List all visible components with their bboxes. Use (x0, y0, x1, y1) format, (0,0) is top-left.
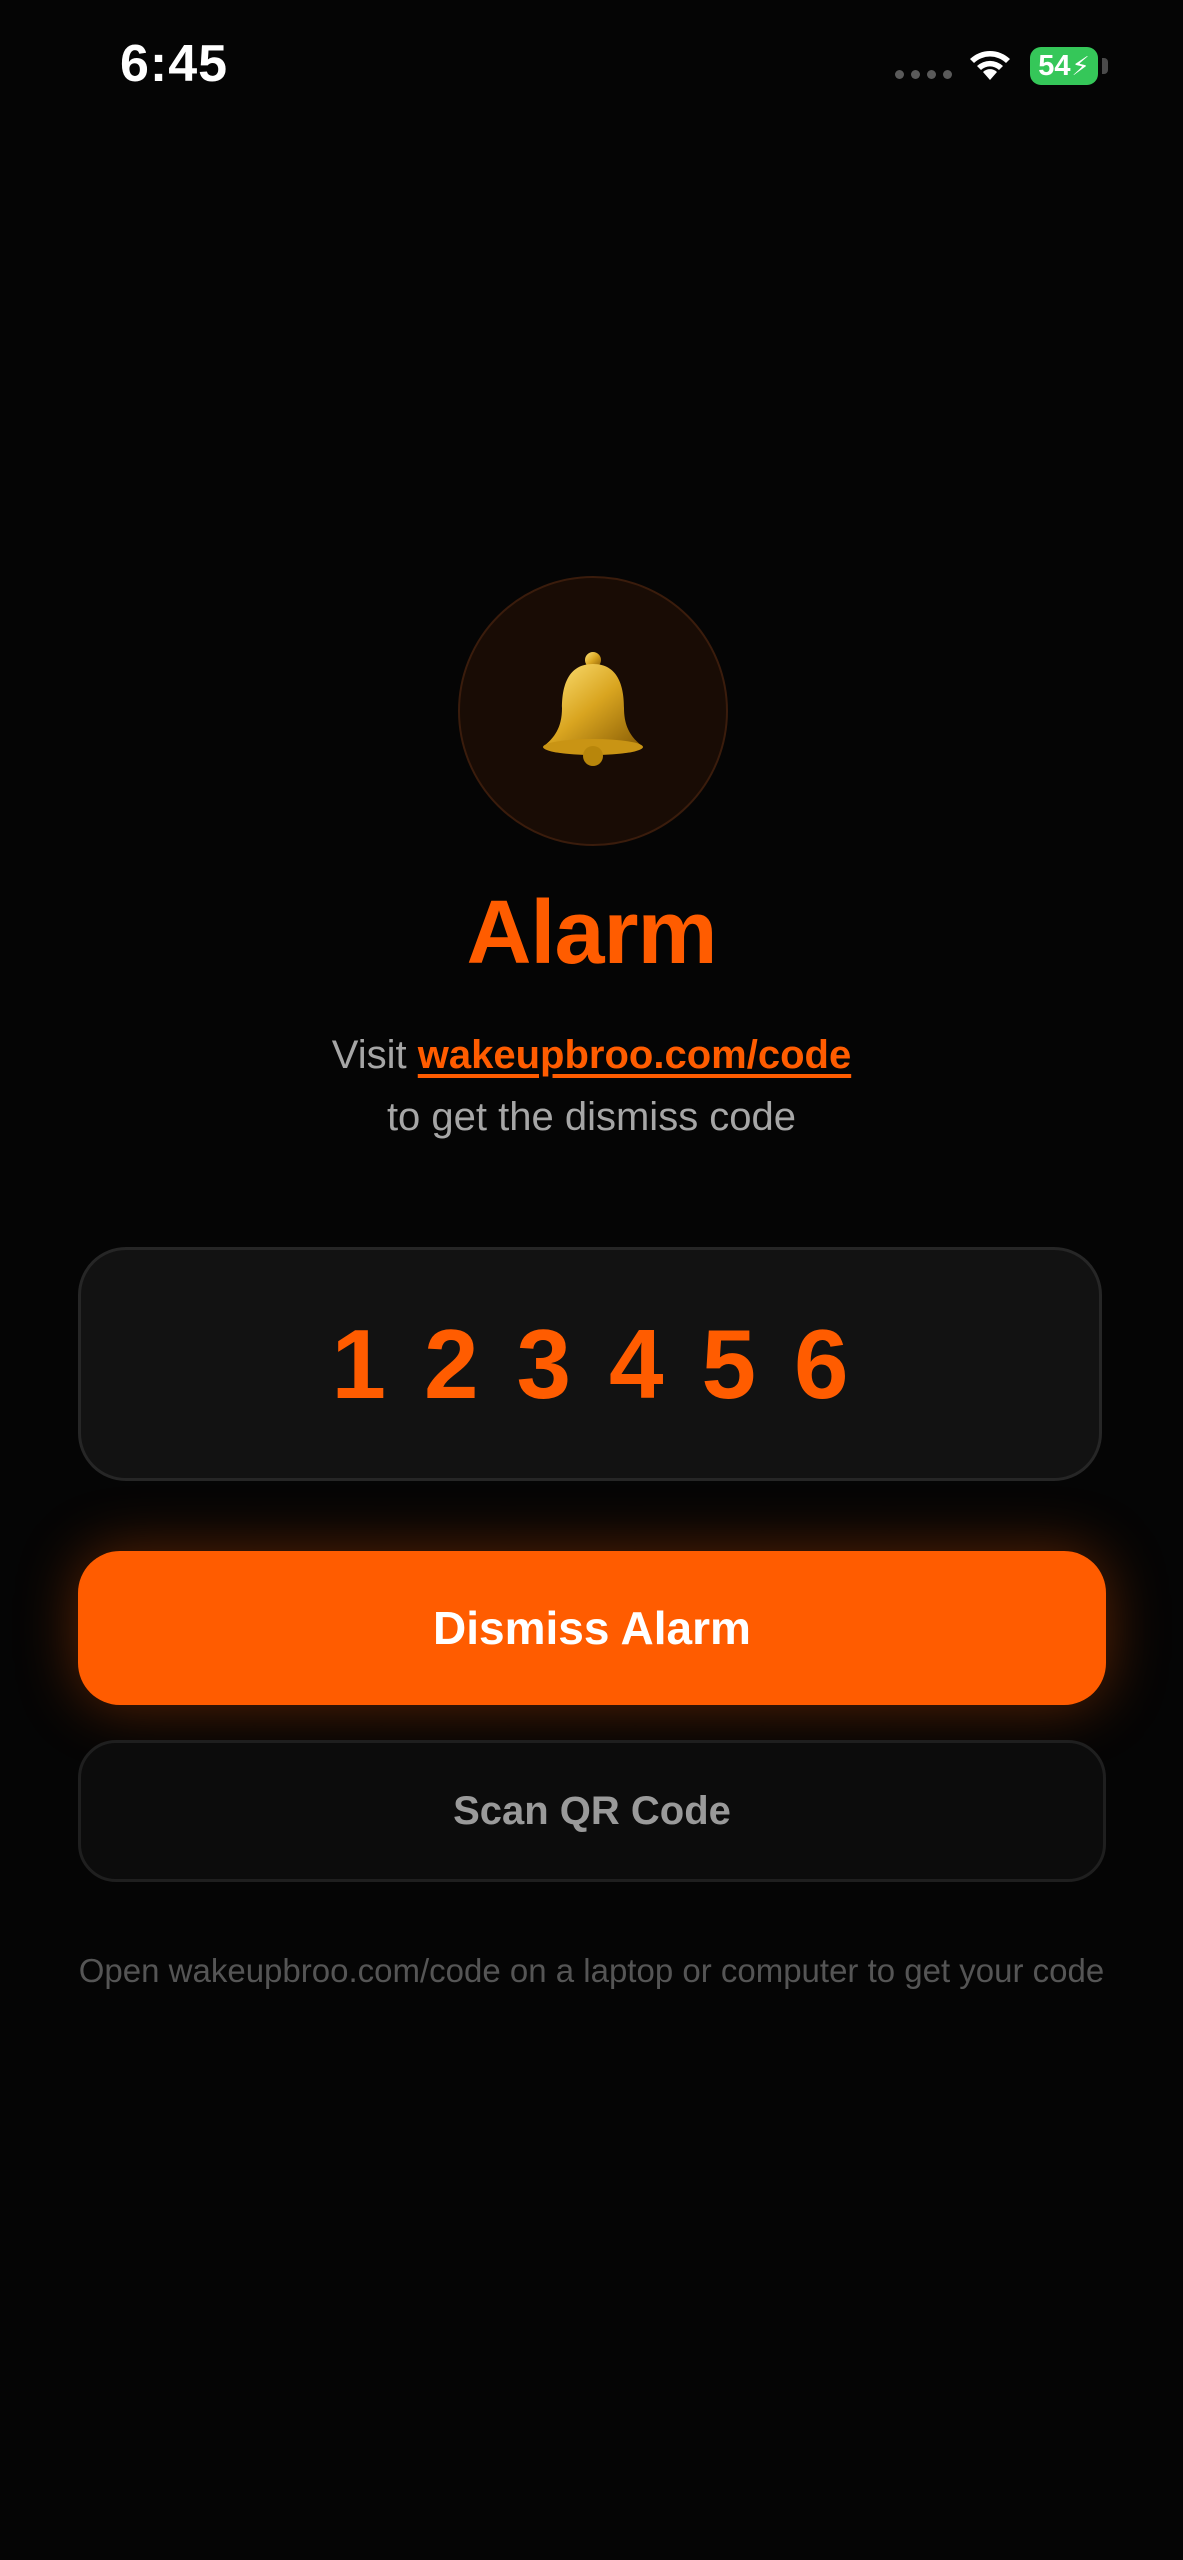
bell-icon (543, 652, 643, 766)
instruction-line-2: to get the dismiss code (386, 1095, 797, 1139)
visit-label: Visit (331, 1033, 407, 1077)
alarm-title: Alarm (466, 883, 717, 983)
scan-qr-code-button[interactable]: Scan QR Code (78, 1740, 1106, 1882)
wifi-icon (970, 51, 1010, 80)
battery-level: 54 (1038, 49, 1071, 82)
dismiss-alarm-button[interactable]: Dismiss Alarm (78, 1551, 1106, 1705)
status-time: 6:45 (120, 35, 229, 93)
bell-icon-circle (458, 576, 728, 846)
charging-bolt-icon: ⚡︎ (1071, 50, 1090, 81)
code-digits: 123456 (331, 1308, 887, 1419)
code-input[interactable]: 123456 (78, 1247, 1102, 1481)
battery-icon: 54 ⚡︎ (1030, 47, 1098, 85)
footer-note: Open wakeupbroo.com/code on a laptop or … (78, 1952, 1105, 1989)
signal-icon (895, 70, 952, 79)
dismiss-code-link[interactable]: wakeupbroo.com/code (418, 1033, 851, 1077)
battery-cap (1102, 58, 1108, 74)
instructions: Visit wakeupbroo.com/code to get the dis… (0, 1024, 1183, 1148)
status-bar: 6:45 54 ⚡︎ (0, 0, 1183, 140)
